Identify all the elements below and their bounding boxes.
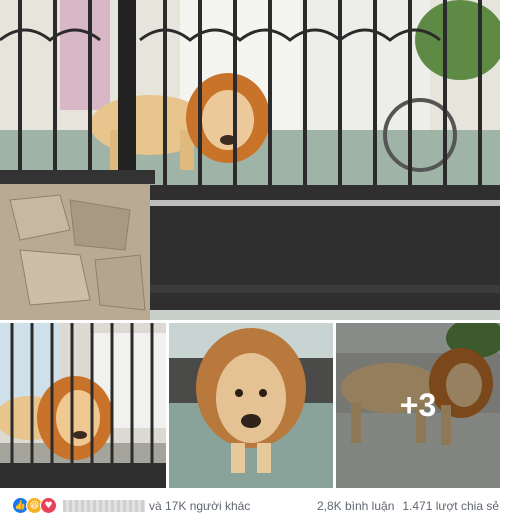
post-photo-3[interactable]: [169, 323, 333, 488]
comment-count[interactable]: 2,8K bình luận: [317, 499, 394, 513]
facebook-post: +3 👍 😆 ♥ và 17K người khác 2,8K bình luậ…: [0, 0, 505, 521]
post-photo-main[interactable]: [0, 0, 500, 320]
dog-closeup-photo: [169, 323, 333, 488]
post-photo-4[interactable]: +3: [336, 323, 500, 488]
post-stats-bar: 👍 😆 ♥ và 17K người khác 2,8K bình luận 1…: [0, 490, 505, 521]
reaction-icons[interactable]: 👍 😆 ♥: [12, 497, 57, 514]
more-photos-overlay[interactable]: +3: [336, 323, 500, 488]
engagement-stats: 2,8K bình luận 1.471 lượt chia sẻ: [317, 499, 499, 513]
reaction-count-text[interactable]: và 17K người khác: [149, 499, 250, 513]
post-photo-2[interactable]: [0, 323, 166, 488]
redacted-name: [63, 499, 145, 512]
more-photos-count: +3: [399, 387, 437, 423]
dog-at-gate-photo: [0, 0, 500, 320]
share-count[interactable]: 1.471 lượt chia sẻ: [402, 499, 499, 513]
dog-behind-gate-photo: [0, 323, 166, 488]
love-icon: ♥: [40, 497, 57, 514]
